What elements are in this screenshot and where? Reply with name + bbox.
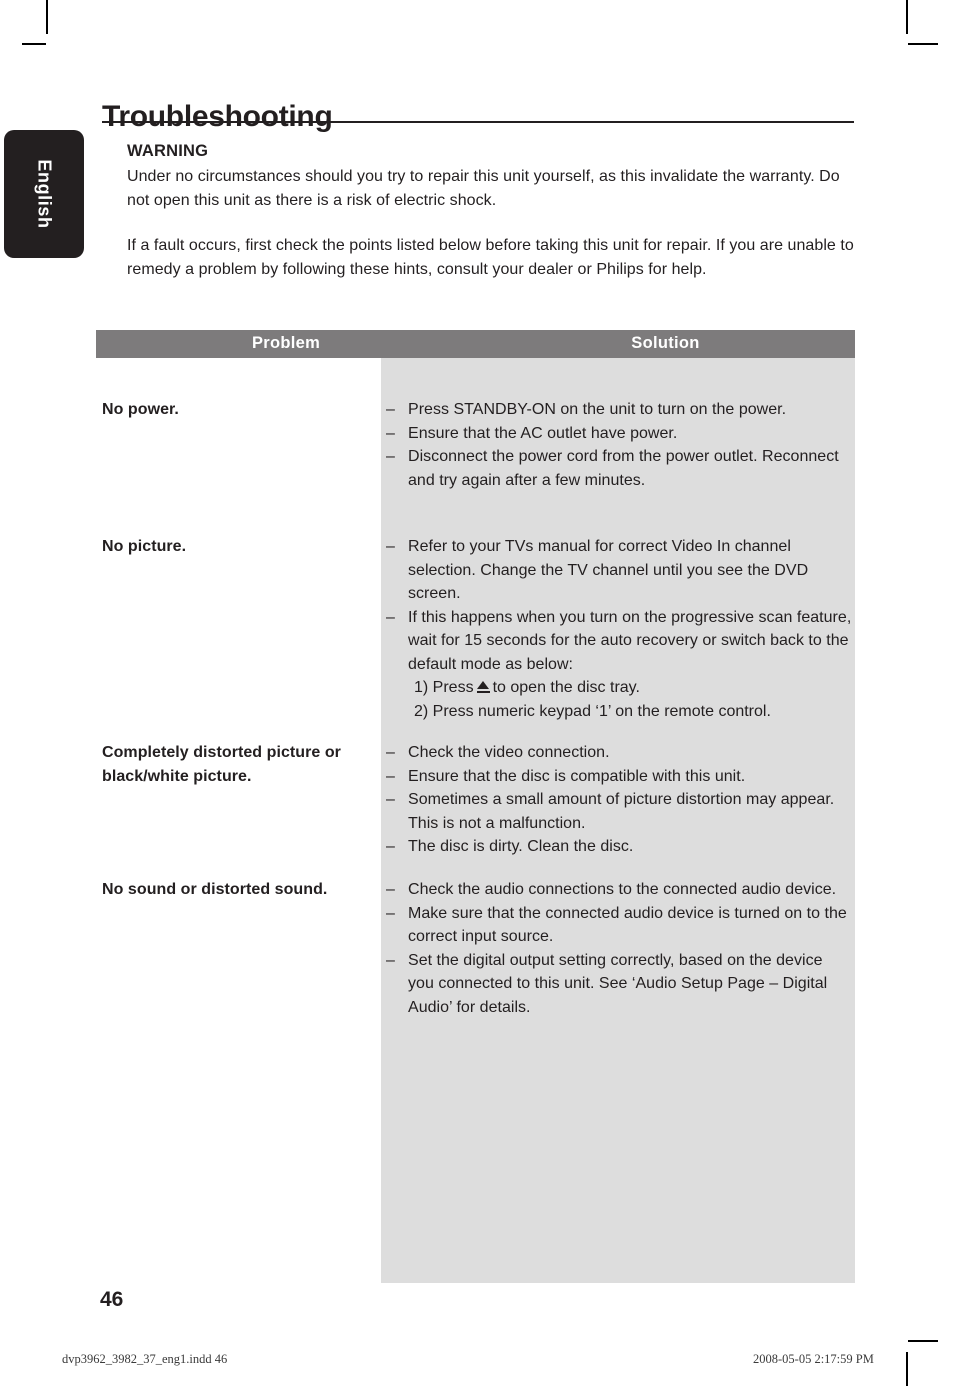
problem-cell: Completely distorted picture or black/wh… xyxy=(102,744,341,785)
table-header-problem: Problem xyxy=(251,334,321,352)
bullet-dash: – xyxy=(386,904,395,922)
warning-section: WARNING Under no circumstances should yo… xyxy=(127,140,854,281)
table-header-solution: Solution xyxy=(631,334,700,352)
solution-bullet-text: If this happens when you turn on the pro… xyxy=(408,608,852,673)
solution-bullet: – Make sure that the connected audio dev… xyxy=(386,902,852,949)
bullet-dash: – xyxy=(386,951,395,969)
solution-bullet: – Refer to your TVs manual for correct V… xyxy=(386,535,852,606)
problem-cell: No sound or distorted sound. xyxy=(102,881,328,898)
solution-bullet-text: Press STANDBY-ON on the unit to turn on … xyxy=(408,401,787,418)
problem-cell: No picture. xyxy=(102,538,187,555)
crop-mark-top-left-vertical xyxy=(46,0,48,34)
solution-bullet-text: Make sure that the connected audio devic… xyxy=(408,904,847,946)
solution-bullet-text: Sometimes a small amount of picture dist… xyxy=(408,791,835,832)
solution-bullet-text: Disconnect the power cord from the power… xyxy=(408,448,839,489)
solution-cell: – Refer to your TVs manual for correct V… xyxy=(386,535,852,723)
solution-cell: – Press STANDBY-ON on the unit to turn o… xyxy=(386,398,852,492)
solution-bullet: – Check the audio connections to the con… xyxy=(386,878,852,902)
bullet-dash: – xyxy=(386,838,395,855)
crop-mark-top-right-horizontal xyxy=(908,43,938,45)
solution-bullet-text: Refer to your TVs manual for correct Vid… xyxy=(408,538,809,602)
solution-sub-step-1: 1) Press to open the disc tray. xyxy=(386,676,852,700)
troubleshooting-table: Problem Solution No power. – Press STAND… xyxy=(96,330,855,1283)
page-number: 46 xyxy=(100,1288,124,1311)
title-underline-rule xyxy=(102,121,854,124)
bullet-dash: – xyxy=(386,538,395,555)
solution-bullet: – Ensure that the AC outlet have power. xyxy=(386,422,852,446)
bullet-dash: – xyxy=(386,744,395,761)
warning-paragraph-1: Under no circumstances should you try to… xyxy=(127,168,840,209)
language-tab: English xyxy=(4,130,84,258)
crop-mark-top-left-horizontal xyxy=(22,43,46,45)
sub-step-1-text-before: 1) Press xyxy=(414,679,474,696)
solution-bullet: – Ensure that the disc is compatible wit… xyxy=(386,765,852,789)
bullet-dash: – xyxy=(386,424,395,442)
solution-bullet-text: Set the digital output setting correctly… xyxy=(408,951,828,1016)
warning-paragraph-2: If a fault occurs, first check the point… xyxy=(127,237,854,278)
page-title: Troubleshooting xyxy=(102,100,333,134)
crop-mark-bottom-right-vertical xyxy=(906,1352,908,1386)
crop-mark-bottom-right-horizontal xyxy=(908,1340,938,1342)
imprint-timestamp: 2008-05-05 2:17:59 PM xyxy=(753,1352,874,1366)
eject-icon xyxy=(476,680,490,694)
language-tab-label: English xyxy=(34,159,55,229)
solution-sub-step-2: 2) Press numeric keypad ‘1’ on the remot… xyxy=(414,702,771,720)
solution-bullet: – Check the video connection. xyxy=(386,741,852,765)
solution-bullet-text: Check the video connection. xyxy=(408,744,610,761)
solution-bullet-text: Ensure that the disc is compatible with … xyxy=(408,767,746,785)
imprint-filename: dvp3962_3982_37_eng1.indd 46 xyxy=(62,1352,228,1366)
solution-bullet: – If this happens when you turn on the p… xyxy=(386,606,852,677)
solution-bullet: – Set the digital output setting correct… xyxy=(386,949,852,1020)
solution-bullet: – Disconnect the power cord from the pow… xyxy=(386,445,852,492)
bullet-dash: – xyxy=(386,448,395,465)
warning-heading: WARNING xyxy=(127,142,209,160)
sub-step-1-text-after: to open the disc tray. xyxy=(492,679,640,696)
bullet-dash: – xyxy=(386,608,395,626)
problem-cell: No power. xyxy=(102,401,179,418)
solution-cell: – Check the audio connections to the con… xyxy=(386,878,852,1019)
solution-bullet: – Press STANDBY-ON on the unit to turn o… xyxy=(386,398,852,422)
solution-bullet: – Sometimes a small amount of picture di… xyxy=(386,788,852,835)
solution-bullet-text: Ensure that the AC outlet have power. xyxy=(408,424,678,442)
solution-bullet-text: The disc is dirty. Clean the disc. xyxy=(408,838,634,855)
bullet-dash: – xyxy=(386,881,395,898)
bullet-dash: – xyxy=(386,791,395,808)
bullet-dash: – xyxy=(386,401,395,418)
solution-bullet: – The disc is dirty. Clean the disc. xyxy=(386,835,852,859)
table-header-row: Problem Solution xyxy=(96,330,855,358)
bullet-dash: – xyxy=(386,767,395,785)
solution-cell: – Check the video connection. – Ensure t… xyxy=(386,741,852,859)
crop-mark-top-right-vertical xyxy=(906,0,908,34)
solution-bullet-text: Check the audio connections to the conne… xyxy=(408,881,837,898)
